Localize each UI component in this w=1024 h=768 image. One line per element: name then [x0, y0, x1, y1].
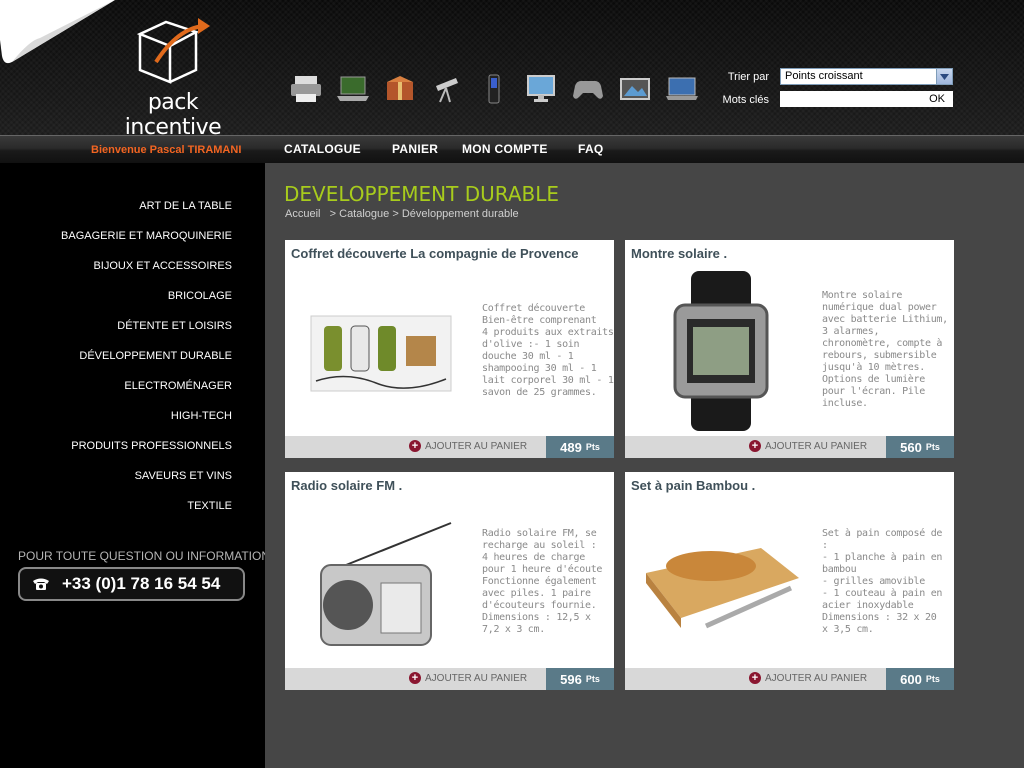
- page-curl-decoration: [0, 0, 115, 64]
- main-content: DEVELOPPEMENT DURABLE Accueil > Catalogu…: [265, 163, 1024, 768]
- sidebar-item-bagagerie[interactable]: BAGAGERIE ET MAROQUINERIE: [61, 230, 232, 242]
- product-title[interactable]: Radio solaire FM .: [291, 478, 402, 493]
- add-to-cart-label: AJOUTER AU PANIER: [425, 672, 528, 684]
- keywords-search-input[interactable]: OK: [780, 91, 953, 107]
- add-to-cart-label: AJOUTER AU PANIER: [765, 440, 868, 452]
- product-title[interactable]: Coffret découverte La compagnie de Prove…: [291, 246, 579, 261]
- price-value: 560: [900, 439, 922, 455]
- price-unit: Pts: [925, 674, 940, 684]
- product-description: Montre solaire numérique dual power avec…: [822, 290, 948, 409]
- price-badge: 596 Pts: [546, 668, 614, 690]
- breadcrumb-current: Développement durable: [401, 208, 519, 220]
- mp3-player-icon[interactable]: [470, 68, 517, 110]
- product-card: Montre solaire . Montre solaire numériqu…: [625, 240, 954, 458]
- telescope-icon[interactable]: [423, 68, 470, 110]
- sidebar-item-saveurs-et-vins[interactable]: SAVEURS ET VINS: [135, 470, 232, 482]
- nav-panier[interactable]: PANIER: [392, 142, 438, 156]
- add-to-cart-button[interactable]: + AJOUTER AU PANIER: [749, 672, 867, 684]
- sort-label: Trier par: [727, 71, 769, 83]
- monitor-icon[interactable]: [517, 68, 564, 110]
- product-description: Radio solaire FM, se recharge au soleil …: [482, 528, 603, 635]
- product-description: Set à pain composé de : - 1 planche à pa…: [822, 528, 943, 635]
- price-badge: 489 Pts: [546, 436, 614, 458]
- product-title[interactable]: Montre solaire .: [631, 246, 727, 261]
- keywords-label: Mots clés: [722, 94, 769, 106]
- product-card: Set à pain Bambou . Set à pain composé d…: [625, 472, 954, 690]
- nav-mon-compte[interactable]: MON COMPTE: [462, 142, 548, 156]
- logo[interactable]: pack incentive: [108, 18, 238, 140]
- product-image-radio[interactable]: [291, 500, 471, 665]
- product-image-set-pain[interactable]: [631, 500, 811, 665]
- product-footer: + AJOUTER AU PANIER 560 Pts: [625, 436, 954, 458]
- sidebar-item-produits-professionnels[interactable]: PRODUITS PROFESSIONNELS: [71, 440, 232, 452]
- add-to-cart-button[interactable]: + AJOUTER AU PANIER: [749, 440, 867, 452]
- sidebar-item-electromenager[interactable]: ELECTROMÉNAGER: [124, 380, 232, 392]
- product-image-montre[interactable]: [631, 268, 811, 433]
- product-description: Coffret découverte Bien-être comprenant …: [482, 303, 614, 398]
- price-unit: Pts: [925, 442, 940, 452]
- product-card: Radio solaire FM . Radio solaire FM, se …: [285, 472, 614, 690]
- contact-label: POUR TOUTE QUESTION OU INFORMATION: [18, 549, 271, 563]
- product-footer: + AJOUTER AU PANIER 600 Pts: [625, 668, 954, 690]
- phone-number: +33 (0)1 78 16 54 54: [62, 574, 221, 593]
- phone-box: +33 (0)1 78 16 54 54: [18, 567, 245, 601]
- logo-text: pack incentive: [124, 90, 222, 140]
- price-value: 600: [900, 671, 922, 687]
- category-icon-bar: [282, 68, 705, 110]
- price-value: 596: [560, 671, 582, 687]
- add-to-cart-label: AJOUTER AU PANIER: [765, 672, 868, 684]
- product-image-coffret[interactable]: [291, 268, 471, 433]
- photo-frame-icon[interactable]: [611, 68, 658, 110]
- breadcrumb-accueil[interactable]: Accueil: [285, 208, 320, 220]
- plus-circle-icon: +: [749, 440, 761, 452]
- price-badge: 560 Pts: [886, 436, 954, 458]
- breadcrumb-catalogue[interactable]: Catalogue: [339, 208, 389, 220]
- gift-box-icon[interactable]: [376, 68, 423, 110]
- price-unit: Pts: [585, 674, 600, 684]
- main-nav-bar: Bienvenue Pascal TIRAMANI CATALOGUE PANI…: [0, 135, 1024, 163]
- chevron-down-icon[interactable]: [936, 69, 952, 84]
- price-value: 489: [560, 439, 582, 455]
- product-footer: + AJOUTER AU PANIER 489 Pts: [285, 436, 614, 458]
- nav-faq[interactable]: FAQ: [578, 142, 604, 156]
- add-to-cart-button[interactable]: + AJOUTER AU PANIER: [409, 672, 527, 684]
- add-to-cart-button[interactable]: + AJOUTER AU PANIER: [409, 440, 527, 452]
- page-title: DEVELOPPEMENT DURABLE: [284, 182, 560, 206]
- nav-catalogue[interactable]: CATALOGUE: [284, 142, 361, 156]
- sidebar-item-high-tech[interactable]: HIGH-TECH: [171, 410, 232, 422]
- plus-circle-icon: +: [409, 672, 421, 684]
- product-title[interactable]: Set à pain Bambou .: [631, 478, 755, 493]
- breadcrumb: Accueil > Catalogue > Développement dura…: [285, 208, 519, 220]
- gamepad-icon[interactable]: [564, 68, 611, 110]
- sort-select-value: Points croissant: [785, 70, 863, 82]
- price-unit: Pts: [585, 442, 600, 452]
- search-ok-button[interactable]: OK: [929, 93, 945, 105]
- telephone-icon: [33, 578, 49, 590]
- price-badge: 600 Pts: [886, 668, 954, 690]
- add-to-cart-label: AJOUTER AU PANIER: [425, 440, 528, 452]
- plus-circle-icon: +: [749, 672, 761, 684]
- sidebar-item-bricolage[interactable]: BRICOLAGE: [168, 290, 232, 302]
- printer-icon[interactable]: [282, 68, 329, 110]
- product-footer: + AJOUTER AU PANIER 596 Pts: [285, 668, 614, 690]
- welcome-message: Bienvenue Pascal TIRAMANI: [91, 144, 242, 156]
- sidebar-item-bijoux[interactable]: BIJOUX ET ACCESSOIRES: [93, 260, 232, 272]
- sidebar-item-developpement-durable[interactable]: DÉVELOPPEMENT DURABLE: [79, 350, 232, 362]
- box-logo-icon: [136, 18, 210, 84]
- product-card: Coffret découverte La compagnie de Prove…: [285, 240, 614, 458]
- laptop-icon[interactable]: [329, 68, 376, 110]
- sidebar-item-detente[interactable]: DÉTENTE ET LOISIRS: [117, 320, 232, 332]
- sort-select[interactable]: Points croissant: [780, 68, 953, 85]
- header: pack incentive Trier par Points croissan…: [0, 0, 1024, 140]
- sidebar-item-textile[interactable]: TEXTILE: [187, 500, 232, 512]
- plus-circle-icon: +: [409, 440, 421, 452]
- category-sidebar: ART DE LA TABLE BAGAGERIE ET MAROQUINERI…: [0, 163, 270, 768]
- sidebar-item-art-de-la-table[interactable]: ART DE LA TABLE: [139, 200, 232, 212]
